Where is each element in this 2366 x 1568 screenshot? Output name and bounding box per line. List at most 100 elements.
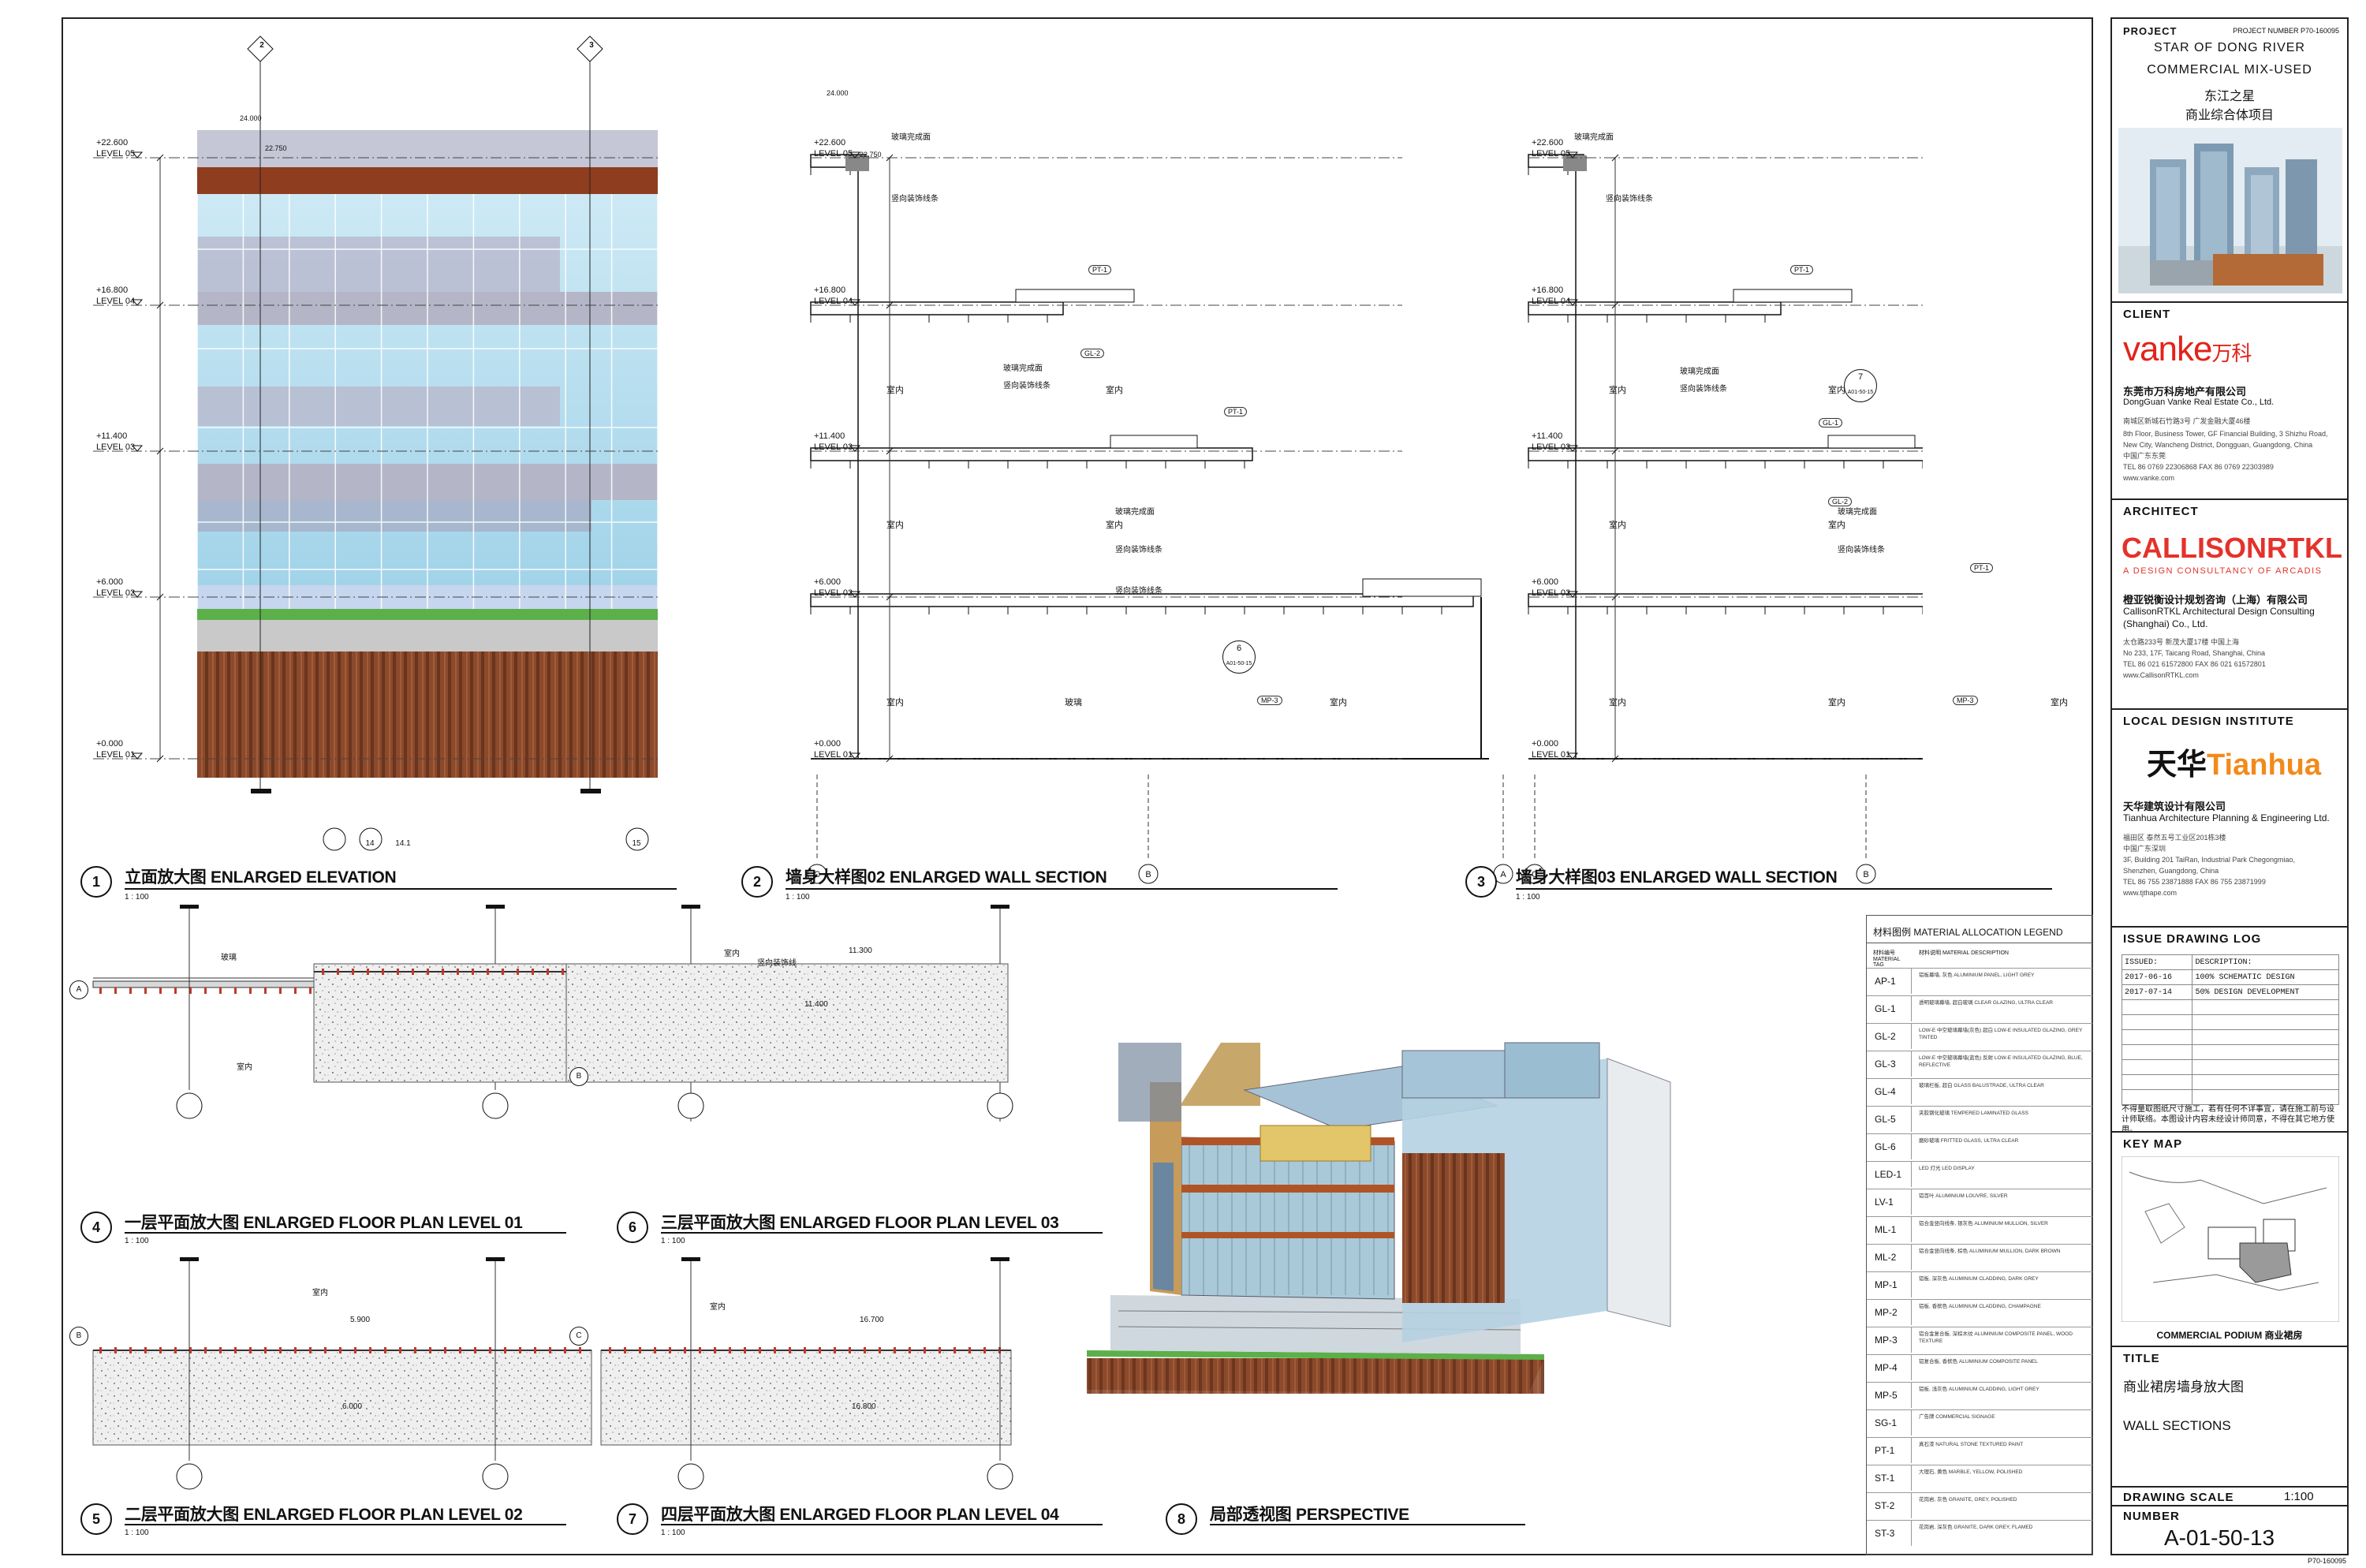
legend-code: MP-5 (1875, 1390, 1898, 1401)
project-name-cn2: 商业综合体项目 (2185, 109, 2274, 122)
view-2-wall-section: CBA (807, 154, 1513, 884)
view-title-underline (1516, 888, 2052, 890)
title-section: TITLE 商业裙房墙身放大图 WALL SECTIONS (2112, 1346, 2347, 1486)
mullion-tick (457, 969, 459, 975)
mullion-tick (879, 1347, 881, 1353)
sec2-tag-mp3: MP-3 (1257, 696, 1282, 705)
mullion-tick (442, 969, 444, 975)
grid-bubble (482, 1092, 509, 1119)
sec2-vertical-deco-3: 竖向装饰线条 (1115, 546, 1162, 554)
grid-bubble (677, 1463, 704, 1490)
level-name: LEVEL 05 (96, 149, 135, 159)
mullion-tick (264, 1347, 267, 1353)
view-scale: 1 : 100 (661, 1237, 685, 1245)
view-scale: 1 : 100 (661, 1529, 685, 1537)
p5-grid-bubble: B (69, 1327, 88, 1346)
mullion-tick (309, 987, 312, 994)
issue-log-section: ISSUE DRAWING LOG ISSUED: DESCRIPTION: 20… (2112, 926, 2347, 1134)
mullion-tick (547, 969, 549, 975)
sec2-interior-upper-b: 室内 (1106, 386, 1123, 395)
roof-fascia (197, 167, 658, 194)
mullion-tick (549, 1347, 551, 1353)
mullion-tick (744, 1347, 746, 1353)
ldi-section: LOCAL DESIGN INSTITUTE 天华Tianhua 天华建筑设计有… (2112, 708, 2347, 926)
p4-top-text: 玻璃 (221, 954, 237, 962)
elevation-top-dim: 24.000 (240, 114, 262, 122)
grid-label: B (1145, 870, 1151, 879)
canopy (1827, 435, 1916, 449)
mullion-tick (337, 969, 339, 975)
view-1-elevation (196, 41, 659, 793)
project-rendering (2118, 128, 2342, 293)
mullion-tick (204, 1347, 207, 1353)
issue-date-1: 2017-06-16 (2121, 969, 2193, 985)
legend-row: GL-2 LOW-E 中空玻璃幕墙(灰色) 超白 LOW-E INSULATED … (1867, 1023, 2092, 1049)
view-number-bubble: 4 (80, 1211, 112, 1243)
legend-row: LV-1 铝百叶 ALUMINIUM LOUVRE, SILVER (1867, 1189, 2092, 1215)
green-band (197, 609, 658, 620)
mullion-tick (714, 1347, 716, 1353)
ldi-label: LOCAL DESIGN INSTITUTE (2123, 715, 2294, 728)
view-number-bubble: 1 (80, 866, 112, 898)
view-6-plan (313, 905, 1009, 1122)
issue-date-2: 2017-07-14 (2121, 984, 2193, 1000)
view-5-plan (92, 1257, 592, 1461)
p7-dim2: 16.800 (852, 1402, 876, 1411)
mullion-tick (129, 1347, 132, 1353)
mullion-tick (99, 1347, 102, 1353)
mullion-tick (397, 969, 399, 975)
level-value: +6.000 (814, 577, 841, 587)
legend-row: GL-6 磨砂玻璃 FRITTED GLASS, ULTRA CLEAR (1867, 1133, 2092, 1159)
mullion-tick (459, 1347, 461, 1353)
drawing-canvas: CBA CBA (92, 35, 1923, 1490)
mullion-tick (427, 969, 429, 975)
sec2-interior-right: 室内 (1330, 698, 1347, 707)
mullion-tick (294, 1347, 297, 1353)
legend-description: LOW-E 中空玻璃幕墙(灰色) 超白 LOW-E INSULATED GLAZ… (1919, 1028, 2083, 1040)
sec2-glass-finish: 玻璃完成面 (891, 133, 931, 142)
legend-code: PT-1 (1875, 1445, 1895, 1456)
mullion-tick (159, 987, 162, 994)
elevation-top-dim2: 22.750 (265, 144, 287, 152)
level-value: +11.400 (1532, 431, 1562, 441)
legend-description: 花岗岩, 深灰色 GRANITE, DARK GREY, FLAMED (1919, 1525, 2033, 1530)
mullion-tick (354, 1347, 356, 1353)
mullion-tick (309, 1347, 312, 1353)
legend-code: ST-2 (1875, 1500, 1895, 1511)
level-name: LEVEL 01 (1532, 750, 1570, 760)
view-title: 二层平面放大图 ENLARGED FLOOR PLAN LEVEL 02 (125, 1506, 523, 1524)
legend-row: ML-1 铝合金竖向线条, 银灰色 ALUMINIUM MULLION, SILV… (1867, 1216, 2092, 1242)
mullion-tick (519, 1347, 521, 1353)
mullion-tick (324, 1347, 327, 1353)
legend-row: GL-3 LOW-E 中空玻璃幕墙(蓝色) 反射 LOW-E INSULATED … (1867, 1051, 2092, 1077)
view-scale: 1 : 100 (125, 1529, 149, 1537)
mullion-tick (472, 969, 474, 975)
mullion-tick (367, 969, 369, 975)
legend-code: GL-2 (1875, 1031, 1896, 1042)
mullion-tick (204, 987, 207, 994)
view-number-bubble: 2 (741, 866, 773, 898)
scale-value: 1:100 (2284, 1490, 2314, 1503)
view-title: 三层平面放大图 ENLARGED FLOOR PLAN LEVEL 03 (661, 1214, 1059, 1232)
level-name: LEVEL 05 (1532, 149, 1570, 159)
level-value: +16.800 (814, 286, 845, 295)
legend-code: GL-3 (1875, 1058, 1896, 1070)
mullion-tick (774, 1347, 776, 1353)
view-title-underline (125, 888, 677, 890)
stone-band (197, 620, 658, 651)
client-cn: 东莞市万科房地产有限公司 (2123, 386, 2247, 398)
view-7-plan (600, 1257, 1012, 1461)
legend-row: PT-1 真石漆 NATURAL STONE TEXTURED PAINT (1867, 1437, 2092, 1463)
title-cn: 商业裙房墙身放大图 (2123, 1379, 2244, 1394)
mullion-tick (174, 987, 177, 994)
mullion-tick (159, 1347, 162, 1353)
mullion-tick (219, 987, 222, 994)
view-number-bubble: 6 (617, 1211, 648, 1243)
sec3-interior-low-b: 室内 (1828, 698, 1845, 707)
grid-bubble (987, 1092, 1013, 1119)
tianhua-logo: 天华Tianhua (2147, 749, 2322, 782)
sec2-tag-pt1-b: PT-1 (1224, 407, 1248, 416)
view-title: 墙身大样图02 ENLARGED WALL SECTION (786, 868, 1107, 887)
grid-bubble (176, 1463, 203, 1490)
legend-title: 材料图例 MATERIAL ALLOCATION LEGEND (1873, 927, 2063, 938)
